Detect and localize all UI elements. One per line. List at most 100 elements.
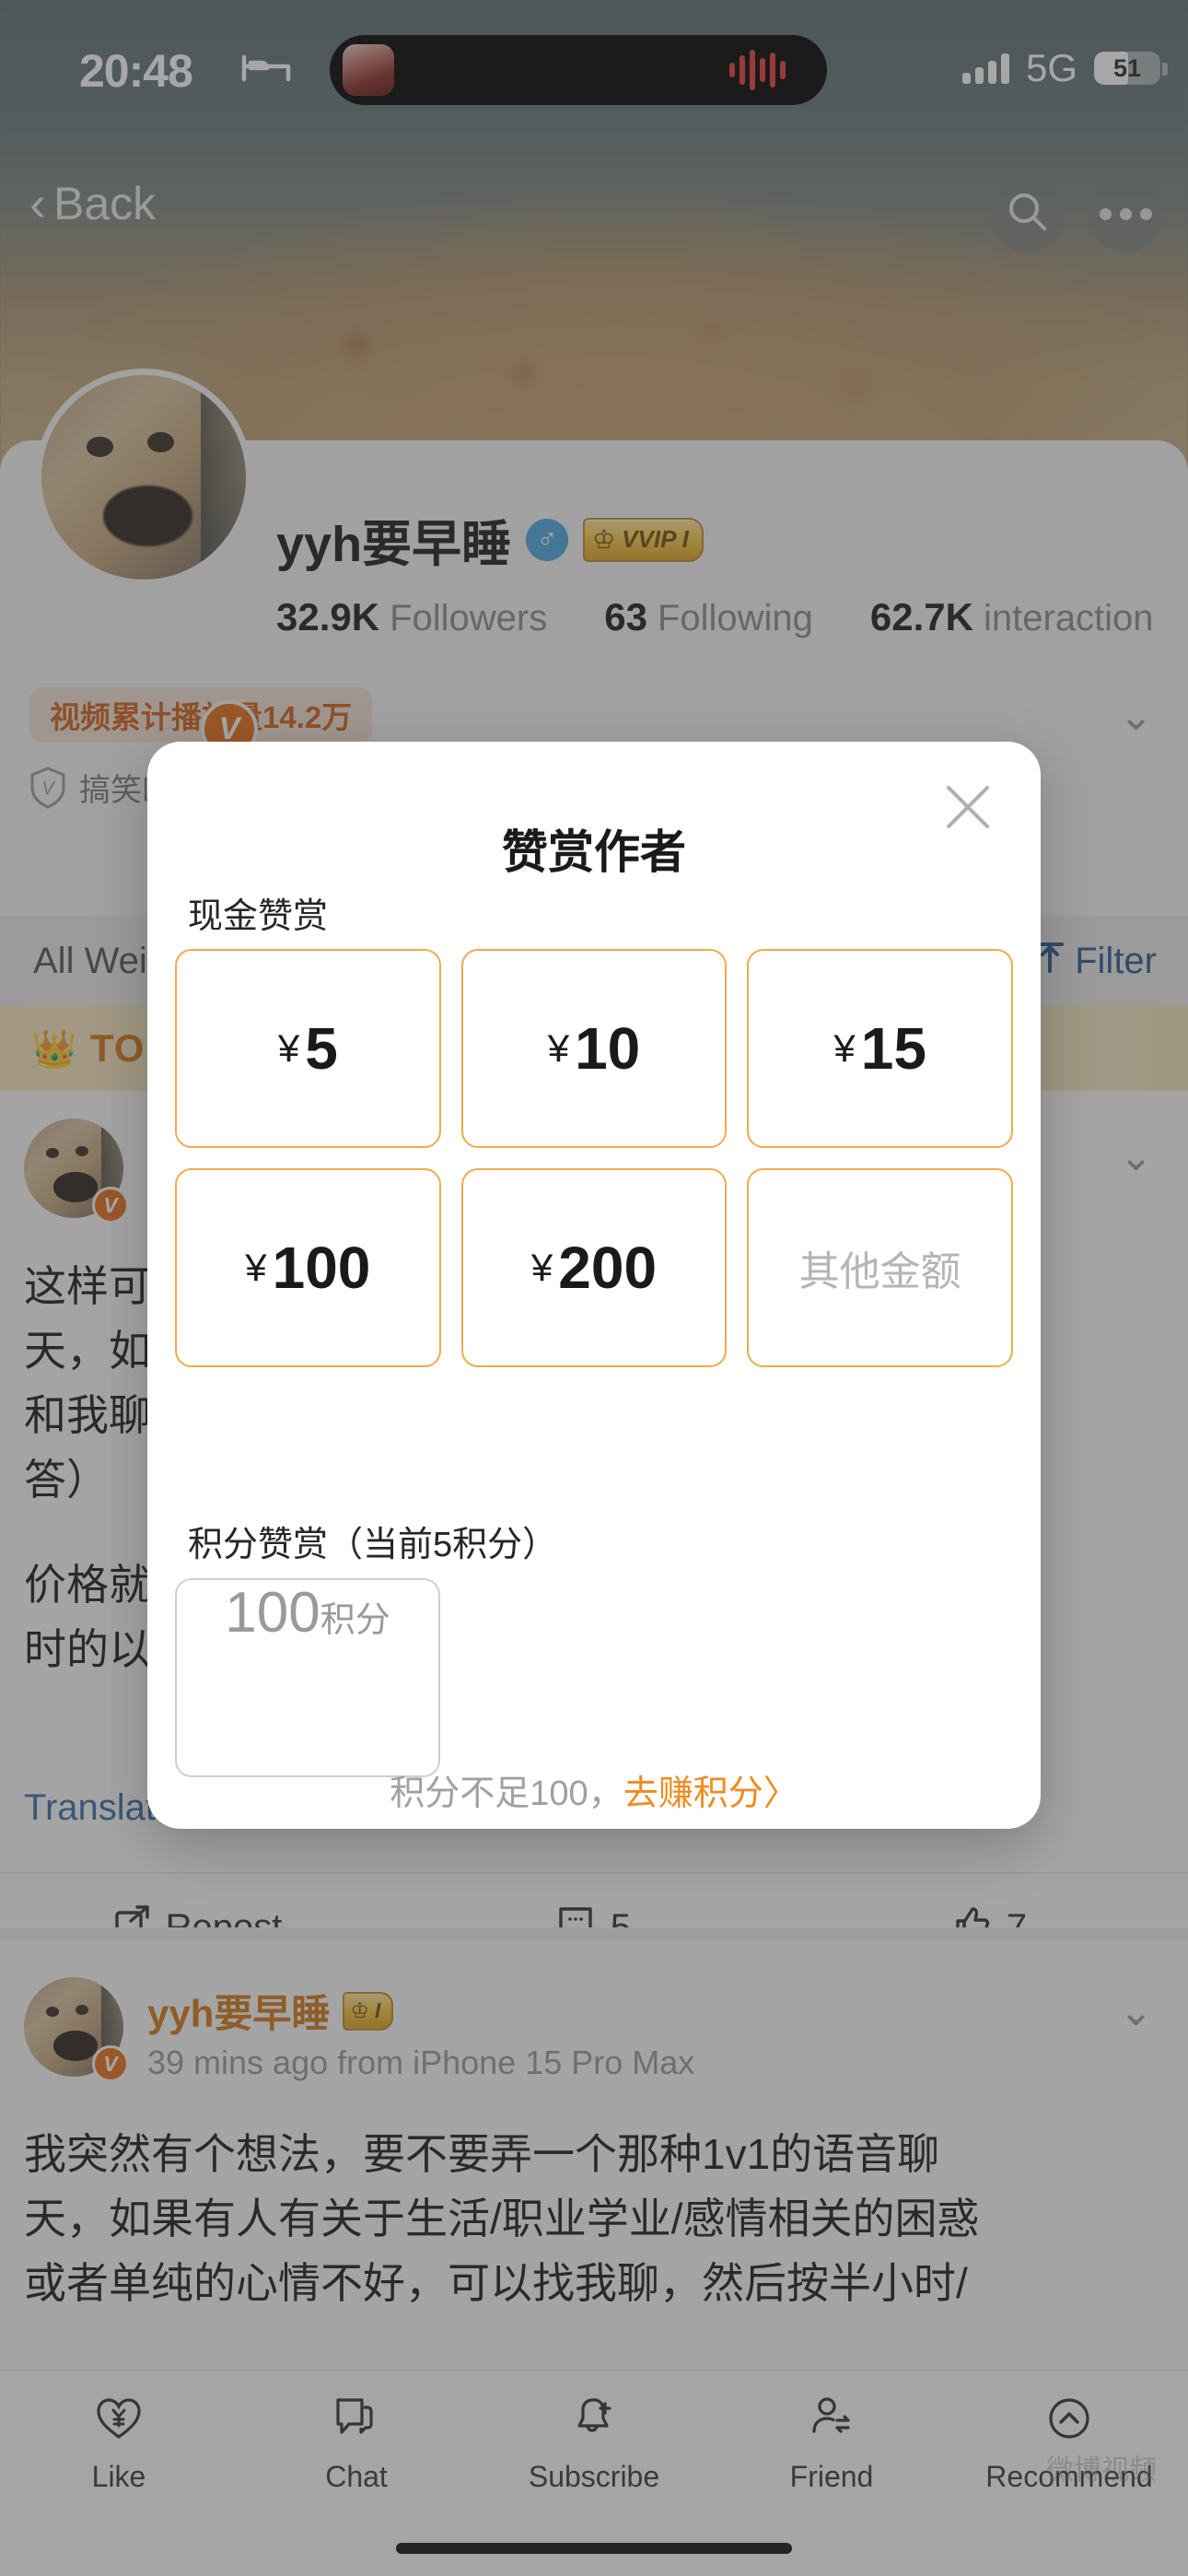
tab-like-label: Like [91,2460,146,2493]
avatar[interactable] [35,369,252,586]
page-title: yyh要早睡 [276,517,512,572]
amount-option-15[interactable]: ¥15 [747,949,1013,1148]
points-option-100[interactable]: 100 积分 [175,1578,440,1777]
points-insufficient-hint: 积分不足100，去赚积分〉 [147,1764,1041,1815]
verified-badge: V [92,1187,129,1224]
stat-followers-value: 32.9K [276,595,380,638]
cash-amount-grid: ¥5 ¥10 ¥15 ¥100 ¥200 其他金额 [175,949,1013,1367]
currency-symbol: ¥ [833,1026,856,1070]
heart-yen-icon [95,2395,143,2447]
back-button-label: Back [52,178,157,229]
network-type-label: 5G [1025,46,1077,89]
status-bar: 20:48 5G 51 [0,0,1188,111]
crown-icon: ♔ [592,525,616,554]
post-text: 我突然有个想法，要不要弄一个那种1v1的语音聊 天，如果有人有关于生活/职业学业… [24,2123,1164,2316]
stat-interaction[interactable]: 62.7K interaction [870,595,1154,639]
amount-option-200[interactable]: ¥200 [460,1168,728,1367]
points-hint-text: 积分不足100， [390,1774,623,1813]
chevron-left-icon: ‹ [29,176,46,231]
amount-value: 10 [575,1015,641,1082]
chevron-up-circle-icon [1045,2395,1093,2447]
stat-following[interactable]: 63 Following [604,595,813,639]
back-button[interactable]: ‹ Back [29,177,156,230]
tab-chat[interactable]: Chat [238,2395,475,2494]
battery-percent-label: 51 [1112,53,1142,82]
crown-icon: 👑 [31,1028,77,1070]
bottom-tab-bar: Like Chat Subscribe Friend Recommend 微博视… [0,2370,1188,2576]
crown-icon: ♔ [350,1998,369,2022]
crown-level-label: I [375,1998,381,2022]
tab-like[interactable]: Like [0,2395,238,2494]
male-icon: ♂ [526,518,569,561]
amount-option-custom[interactable]: 其他金额 [747,1168,1013,1367]
stat-following-value: 63 [604,595,647,638]
amount-value: 5 [305,1015,338,1082]
signal-strength-icon [961,53,1009,84]
vip-badge[interactable]: ♔ VVIP I [583,517,704,562]
bell-plus-icon [570,2395,618,2447]
post-text-line: 天，如果有人有关于生活/职业学业/感情相关的困惑 [24,2194,980,2242]
stat-followers-label: Followers [390,598,548,638]
more-dots-icon [1099,207,1152,220]
chevron-down-icon[interactable]: ⌄ [1119,1137,1153,1177]
tab-friend[interactable]: Friend [713,2395,950,2494]
filter-button[interactable]: Filter [1032,938,1157,984]
filter-label: Filter [1075,940,1157,981]
post-meta: 39 mins ago from iPhone 15 Pro Max [147,2043,695,2081]
stat-followers[interactable]: 32.9K Followers [276,595,547,639]
profile-name-row: yyh要早睡 ♂ ♔ VVIP I [276,503,704,576]
svg-text:V: V [41,779,55,799]
amount-value: 200 [558,1235,658,1301]
tab-chat-label: Chat [325,2460,388,2493]
home-indicator[interactable] [396,2543,792,2554]
profile-stats: 32.9K Followers 63 Following 62.7K inter… [276,595,1188,639]
points-section-label: 积分赞赏（当前5积分） [188,1526,558,1564]
now-playing-artwork [343,44,394,96]
amount-option-5[interactable]: ¥5 [175,949,441,1148]
post-card: V yyh要早睡 ♔ I 39 mins ago from iPhone 15 … [0,1927,1188,2370]
amount-option-10[interactable]: ¥10 [460,949,728,1148]
points-value: 100 [225,1581,320,1645]
tab-friend-label: Friend [789,2460,874,2493]
amount-value: 15 [860,1015,926,1082]
stat-following-label: Following [657,598,813,638]
stat-interaction-label: interaction [984,598,1154,638]
more-options-button[interactable] [1087,175,1164,252]
post-text-line: 我突然有个想法，要不要弄一个那种1v1的语音聊 [24,2130,940,2178]
shield-verified-icon: V [29,766,66,809]
stat-interaction-value: 62.7K [869,595,973,638]
search-icon [1007,191,1049,238]
tab-subscribe-label: Subscribe [528,2460,660,2493]
tab-subscribe[interactable]: Subscribe [475,2395,713,2494]
bed-icon [241,52,291,89]
dynamic-island[interactable] [330,35,827,105]
person-swap-icon [808,2395,856,2447]
status-bar-time: 20:48 [79,45,193,97]
currency-symbol: ¥ [530,1246,553,1289]
cash-section-label: 现金赞赏 [188,897,329,936]
crown-level-badge[interactable]: ♔ I [343,1991,394,2031]
vip-badge-label: VVIP I [622,525,689,553]
battery-icon: 51 [1094,52,1168,85]
tip-author-dialog: 赞赏作者 现金赞赏 ¥5 ¥10 ¥15 ¥100 ¥200 其他金额 积分赞赏… [147,742,1041,1829]
chevron-down-icon[interactable]: ⌄ [1119,1992,1153,2032]
chat-bubble-icon [332,2395,380,2447]
dialog-title: 赞赏作者 [502,826,686,878]
post-text-line: 或者单纯的心情不好，可以找我聊，然后按半小时/ [24,2258,968,2307]
watermark: 微博视频 [1046,2455,1157,2486]
status-bar-indicators: 5G 51 [961,46,1168,90]
verified-badge: V [92,2045,129,2082]
chevron-down-icon[interactable]: ⌄ [1119,697,1153,737]
currency-symbol: ¥ [277,1026,300,1070]
navigation-bar: ‹ Back [0,168,1188,269]
earn-points-link[interactable]: 去赚积分〉 [623,1774,798,1813]
post-author-name[interactable]: yyh要早睡 [147,1983,330,2039]
search-button[interactable] [989,175,1066,252]
currency-symbol: ¥ [547,1026,570,1070]
currency-symbol: ¥ [245,1246,267,1289]
points-unit: 积分 [320,1601,390,1640]
amount-option-100[interactable]: ¥100 [175,1168,441,1367]
post-author-row: yyh要早睡 ♔ I [147,1983,394,2039]
custom-amount-label: 其他金额 [798,1249,961,1294]
amount-value: 100 [272,1235,371,1301]
